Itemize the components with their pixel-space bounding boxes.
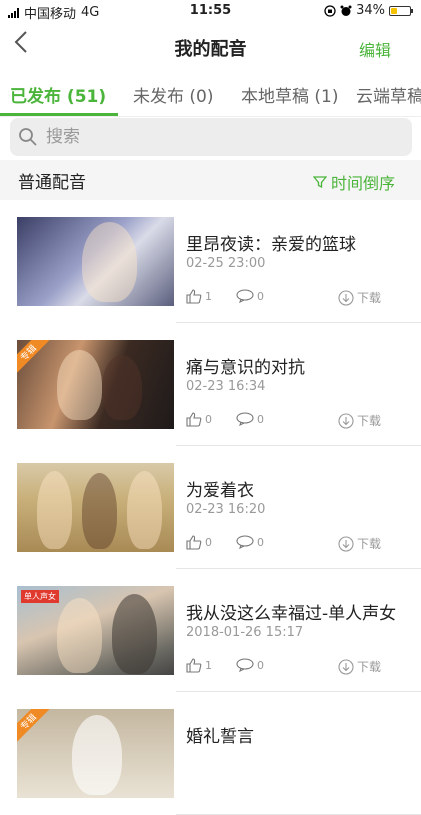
search-bar[interactable] xyxy=(10,118,412,156)
video-thumbnail: 专辑 xyxy=(17,709,174,798)
like-count: 0 xyxy=(205,536,212,549)
download-label: 下载 xyxy=(357,414,382,428)
comment-count: 0 xyxy=(257,412,264,426)
tab-bar: 已发布 (51) 未发布 (0) 本地草稿 (1) 云端草稿 xyxy=(0,72,421,117)
download-button[interactable]: 下载 xyxy=(338,289,381,306)
item-title: 里昂夜读：亲爱的篮球 xyxy=(186,235,356,255)
like-button[interactable]: 1 xyxy=(186,289,212,304)
tab-unpublished[interactable]: 未发布 (0) xyxy=(133,82,213,107)
section-header: 普通配音 时间倒序 xyxy=(0,160,421,200)
tab-published[interactable]: 已发布 (51) xyxy=(10,82,106,107)
like-count: 1 xyxy=(205,659,212,672)
comment-button[interactable]: 0 xyxy=(236,289,264,303)
like-button[interactable]: 0 xyxy=(186,535,212,550)
item-title: 为爱着衣 xyxy=(186,481,254,501)
like-button[interactable]: 1 xyxy=(186,658,212,673)
like-button[interactable]: 0 xyxy=(186,412,212,427)
item-date: 02-23 16:20 xyxy=(186,502,266,517)
like-count: 1 xyxy=(205,290,212,303)
item-actions: 0 0 下载 xyxy=(186,412,386,430)
like-count: 0 xyxy=(205,413,212,426)
sort-label: 时间倒序 xyxy=(330,174,395,193)
comment-button[interactable]: 0 xyxy=(236,535,264,549)
item-title: 痛与意识的对抗 xyxy=(186,358,305,378)
battery-percent: 34% xyxy=(356,3,385,18)
thumbs-up-icon xyxy=(186,535,202,550)
item-actions: 1 0 下载 xyxy=(186,658,386,676)
search-icon xyxy=(18,127,38,147)
list-item[interactable]: 里昂夜读：亲爱的篮球 02-25 23:00 1 0 下载 xyxy=(0,200,421,323)
download-label: 下载 xyxy=(357,291,382,305)
item-actions: 1 0 下载 xyxy=(186,289,386,307)
filter-icon xyxy=(312,176,327,189)
thumbs-up-icon xyxy=(186,289,202,304)
item-date: 02-23 16:34 xyxy=(186,379,266,394)
active-tab-indicator xyxy=(0,113,118,116)
comment-icon xyxy=(236,658,254,672)
thumbs-up-icon xyxy=(186,658,202,673)
item-actions: 0 0 下载 xyxy=(186,535,386,553)
download-label: 下载 xyxy=(357,660,382,674)
edit-button[interactable]: 编辑 xyxy=(359,37,391,61)
item-date: 2018-01-26 15:17 xyxy=(186,625,304,640)
status-right: 34% xyxy=(324,3,413,18)
solo-female-badge: 单人声女 xyxy=(21,590,59,603)
dubbing-list: 里昂夜读：亲爱的篮球 02-25 23:00 1 0 下载 专辑 痛与意识的对抗… xyxy=(0,200,421,815)
page-title: 我的配音 xyxy=(174,39,247,60)
download-label: 下载 xyxy=(357,537,382,551)
video-thumbnail xyxy=(17,463,174,552)
video-thumbnail xyxy=(17,217,174,306)
nav-bar: 我的配音 编辑 xyxy=(0,22,421,72)
comment-icon xyxy=(236,412,254,426)
download-button[interactable]: 下载 xyxy=(338,535,381,552)
item-title: 我从没这么幸福过-单人声女 xyxy=(186,604,397,624)
download-icon xyxy=(338,289,354,306)
item-title: 婚礼誓言 xyxy=(186,727,254,747)
battery-fill xyxy=(391,7,398,14)
download-icon xyxy=(338,658,354,675)
download-button[interactable]: 下载 xyxy=(338,412,381,429)
comment-icon xyxy=(236,535,254,549)
list-item[interactable]: 专辑 痛与意识的对抗 02-23 16:34 0 0 下载 xyxy=(0,323,421,446)
list-item[interactable]: 单人声女 我从没这么幸福过-单人声女 2018-01-26 15:17 1 0 … xyxy=(0,569,421,692)
video-thumbnail: 单人声女 xyxy=(17,586,174,675)
search-input[interactable] xyxy=(44,126,388,148)
download-icon xyxy=(338,412,354,429)
album-badge: 专辑 xyxy=(17,340,51,375)
alarm-icon xyxy=(340,5,352,17)
comment-icon xyxy=(236,289,254,303)
tab-local-drafts[interactable]: 本地草稿 (1) xyxy=(241,82,338,107)
download-icon xyxy=(338,535,354,552)
comment-button[interactable]: 0 xyxy=(236,412,264,426)
sort-button[interactable]: 时间倒序 xyxy=(312,170,395,194)
download-button[interactable]: 下载 xyxy=(338,658,381,675)
section-label: 普通配音 xyxy=(18,173,86,193)
thumbs-up-icon xyxy=(186,412,202,427)
status-bar: 中国移动 4G 11:55 34% xyxy=(0,0,421,22)
comment-count: 0 xyxy=(257,535,264,549)
comment-count: 0 xyxy=(257,658,264,672)
comment-button[interactable]: 0 xyxy=(236,658,264,672)
list-item[interactable]: 专辑 婚礼誓言 xyxy=(0,692,421,815)
comment-count: 0 xyxy=(257,289,264,303)
album-badge: 专辑 xyxy=(17,709,51,744)
battery-icon xyxy=(389,5,413,16)
item-date: 02-25 23:00 xyxy=(186,256,266,271)
video-thumbnail: 专辑 xyxy=(17,340,174,429)
tab-cloud-drafts[interactable]: 云端草稿 xyxy=(356,82,421,107)
rotation-lock-icon xyxy=(324,4,336,17)
list-item[interactable]: 为爱着衣 02-23 16:20 0 0 下载 xyxy=(0,446,421,569)
